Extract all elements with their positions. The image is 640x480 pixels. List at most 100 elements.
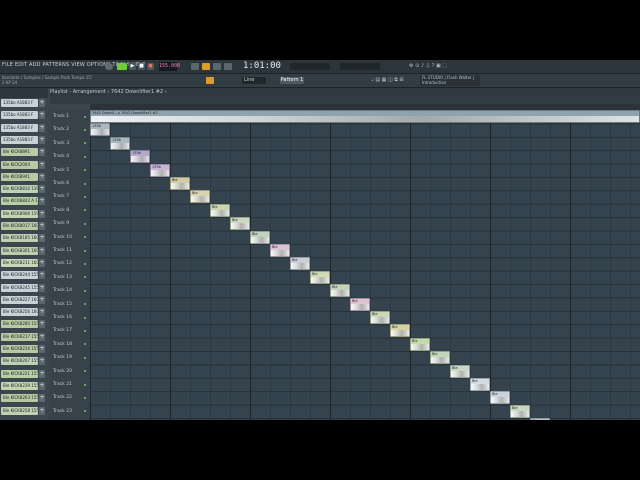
playlist-clip[interactable]: Ble [450, 364, 470, 378]
track-mute-indicator[interactable] [84, 303, 86, 306]
playlist-grid[interactable]: 7642 Downli... ▸ 7642 Downlifter1 #2 135b… [90, 110, 640, 420]
track-mute-indicator[interactable] [84, 195, 86, 198]
browser-sample[interactable]: Ble KICK8244 155bp [1, 271, 38, 280]
browser-sample[interactable]: Ble KICK8263 155bp [1, 394, 38, 403]
track-label[interactable]: Track 1 [53, 110, 83, 123]
playlist-clip[interactable]: Ble [510, 404, 530, 418]
browser-sample[interactable]: Ble KICK8227 160bp [1, 295, 38, 304]
playlist-clip[interactable]: Ble [410, 337, 430, 351]
playlist-clip[interactable]: 7642 Downli... ▸ 7642 Downlifter1 #2 [90, 110, 640, 123]
wait-input-button[interactable] [202, 63, 210, 70]
track-mute-indicator[interactable] [84, 222, 86, 225]
browser-sample[interactable]: Ble KICK8842 A 159b [1, 197, 38, 206]
playlist-clip[interactable]: Ble [230, 217, 250, 231]
add-sample-button[interactable]: + [39, 222, 45, 230]
track-mute-indicator[interactable] [84, 128, 86, 131]
track-label[interactable]: Track 13 [53, 271, 83, 284]
browser-sample[interactable]: 135bo A1883 F [1, 123, 38, 132]
snap-select[interactable]: Line [242, 77, 266, 84]
track-mute-indicator[interactable] [84, 343, 86, 346]
playlist-clip[interactable]: 135b [150, 163, 170, 177]
browser-sample[interactable]: Ble KICK2004 [1, 160, 38, 169]
playlist-title[interactable]: Playlist - Arrangement › 7642 Downlifter… [50, 88, 640, 96]
browser-sample[interactable]: Ble KICK8891 [1, 148, 38, 157]
add-sample-button[interactable]: + [39, 369, 45, 378]
track-mute-indicator[interactable] [84, 370, 86, 373]
track-mute-indicator[interactable] [84, 356, 86, 359]
track-label[interactable]: Track 10 [53, 231, 83, 244]
add-sample-button[interactable]: + [39, 345, 45, 353]
browser-sample[interactable]: Ble KICK8906 159b [1, 209, 38, 218]
browser-sample[interactable]: Ble KICK8941 [1, 172, 38, 181]
play-button[interactable]: ▶ [129, 63, 136, 70]
add-sample-button[interactable]: + [39, 357, 45, 366]
track-mute-indicator[interactable] [84, 209, 86, 212]
browser-sample[interactable]: 135bo A1883 F [1, 99, 38, 107]
add-sample-button[interactable]: + [39, 99, 45, 107]
countdown-button[interactable] [213, 63, 221, 70]
add-sample-button[interactable]: + [39, 283, 45, 292]
track-label[interactable]: Track 14 [53, 284, 83, 297]
track-label[interactable]: Track 11 [53, 244, 83, 257]
add-sample-button[interactable]: + [39, 160, 45, 169]
track-label[interactable]: Track 4 [53, 150, 83, 163]
loop-record-button[interactable] [224, 63, 232, 70]
add-sample-button[interactable]: + [39, 111, 45, 120]
add-sample-button[interactable]: + [39, 320, 45, 329]
record-button[interactable] [105, 63, 113, 70]
track-mute-indicator[interactable] [84, 182, 86, 185]
view-icons[interactable]: ⚙ ⊙ ♪ ♫ ? ▣ ⬚ [388, 63, 468, 70]
playlist-clip[interactable]: Ble [210, 203, 230, 217]
add-sample-button[interactable]: + [39, 295, 45, 304]
add-sample-button[interactable]: + [39, 148, 45, 157]
playlist-clip[interactable]: Ble [190, 190, 210, 204]
browser-sample[interactable]: Ble KICK8280 155bp [1, 320, 38, 329]
browser-sample[interactable]: Ble KICK8207 155bp [1, 357, 38, 366]
track-label[interactable]: Track 20 [53, 365, 83, 378]
add-sample-button[interactable]: + [39, 308, 45, 317]
add-sample-button[interactable]: + [39, 135, 45, 144]
playlist-clip[interactable]: Ble [490, 391, 510, 405]
add-sample-button[interactable]: + [39, 197, 45, 206]
add-sample-button[interactable]: + [39, 406, 45, 415]
playlist-clip[interactable]: 135b [110, 136, 130, 150]
browser-sample[interactable]: Ble KICK8226 155bp [1, 345, 38, 353]
browser-sample[interactable]: Ble KICK8301 160bpm [1, 246, 38, 255]
add-sample-button[interactable]: + [39, 123, 45, 132]
browser-sample[interactable]: Ble KICK8245 155bp [1, 283, 38, 292]
channel-rack-icons[interactable]: ♩ ▤ ▦ ◫ ⧉ ⊞ [360, 77, 415, 84]
track-label[interactable]: Track 2 [53, 123, 83, 136]
track-label[interactable]: Track 21 [53, 378, 83, 391]
track-label[interactable]: Track 6 [53, 177, 83, 190]
add-sample-button[interactable]: + [39, 258, 45, 267]
track-label[interactable]: Track 18 [53, 338, 83, 351]
playlist-clip[interactable]: 135b [130, 150, 150, 164]
browser-sample[interactable]: Ble KICK8017 160bpm [1, 222, 38, 230]
browser-sample[interactable]: Ble KICK8239 155bp [1, 381, 38, 390]
add-sample-button[interactable]: + [39, 209, 45, 218]
add-sample-button[interactable]: + [39, 381, 45, 390]
track-label[interactable]: Track 16 [53, 311, 83, 324]
track-label[interactable]: Track 12 [53, 257, 83, 270]
track-mute-indicator[interactable] [84, 169, 86, 172]
track-mute-indicator[interactable] [84, 289, 86, 292]
record-toggle-button[interactable]: ● [147, 63, 154, 70]
track-label[interactable]: Track 7 [53, 190, 83, 203]
track-label[interactable]: Track 8 [53, 204, 83, 217]
browser-sample[interactable]: Ble KICK8185 160bpm [1, 234, 38, 243]
track-mute-indicator[interactable] [84, 383, 86, 386]
playlist-clip[interactable]: Ble [250, 230, 270, 244]
playlist-clip[interactable]: Ble [330, 284, 350, 298]
playlist-clip[interactable]: Ble [430, 351, 450, 365]
tempo-display[interactable]: 155.000 [159, 62, 180, 71]
pattern-select[interactable]: Pattern 1 [280, 77, 304, 84]
browser-sample[interactable]: Ble KICK8810 139b [1, 185, 38, 194]
playlist-clip[interactable]: Ble [350, 297, 370, 311]
track-mute-indicator[interactable] [84, 276, 86, 279]
browser-sample[interactable]: Ble KICK8256 160bp [1, 308, 38, 317]
track-label[interactable]: Track 17 [53, 324, 83, 337]
browser-sample[interactable]: Ble KICK8211 160bp [1, 258, 38, 267]
track-label[interactable]: Track 22 [53, 391, 83, 404]
track-mute-indicator[interactable] [84, 410, 86, 413]
track-mute-indicator[interactable] [84, 316, 86, 319]
